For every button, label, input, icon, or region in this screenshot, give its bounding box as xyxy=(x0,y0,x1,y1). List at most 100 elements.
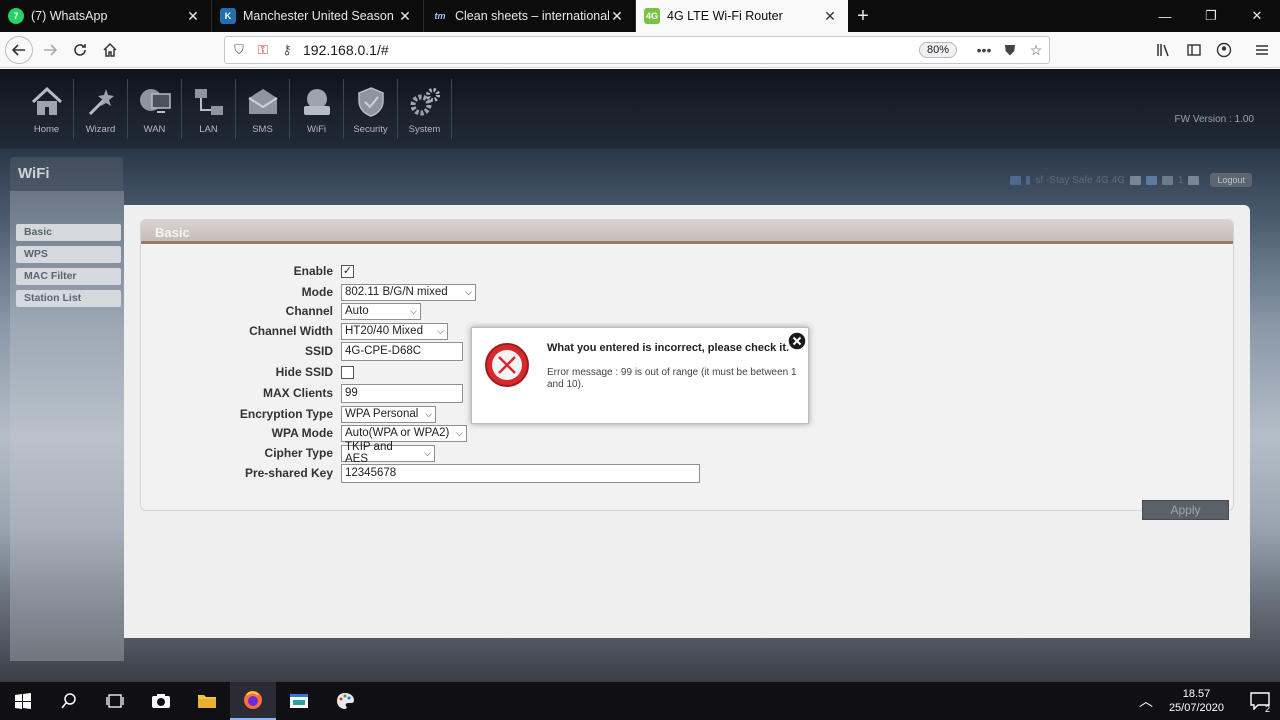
encryption-label: Encryption Type xyxy=(239,407,333,421)
close-icon[interactable]: ✕ xyxy=(185,8,201,24)
wifi-status-icon xyxy=(1145,175,1157,185)
whatsapp-icon: 7 xyxy=(8,8,24,24)
close-icon[interactable] xyxy=(786,330,808,352)
nav-label: WAN xyxy=(143,124,166,135)
wifi-sidebar: Basic WPS MAC Filter Station List xyxy=(10,191,124,661)
nav-wan[interactable]: WAN xyxy=(128,79,182,139)
nav-label: Home xyxy=(33,124,60,135)
apply-button[interactable]: Apply xyxy=(1142,500,1229,520)
sidebar-item-mac-filter[interactable]: MAC Filter xyxy=(16,268,121,285)
hide-ssid-checkbox[interactable] xyxy=(341,365,354,379)
home-icon xyxy=(103,42,117,57)
logout-button[interactable]: Logout xyxy=(1210,173,1252,187)
firefox-icon xyxy=(244,691,262,709)
task-view-button[interactable] xyxy=(92,682,138,720)
error-title: What you entered is incorrect, please ch… xyxy=(547,342,790,354)
nav-wizard[interactable]: Wizard xyxy=(74,79,128,139)
tab-title: Manchester United Season 201 xyxy=(243,9,397,23)
minimize-button[interactable]: — xyxy=(1142,0,1188,32)
nav-sms[interactable]: SMS xyxy=(236,79,290,139)
nav-lan[interactable]: LAN xyxy=(182,79,236,139)
chevron-down-icon: ⌵ xyxy=(425,408,432,419)
forward-button[interactable] xyxy=(36,36,64,64)
close-icon[interactable]: ✕ xyxy=(397,8,413,24)
sidebar-item-basic[interactable]: Basic xyxy=(16,224,121,241)
nav-label: Wizard xyxy=(85,124,116,135)
cipher-select[interactable]: TKIP and AES ⌵ xyxy=(341,441,435,465)
url-text[interactable]: 192.168.0.1/# xyxy=(303,42,919,58)
encryption-select[interactable]: WPA Personal ⌵ xyxy=(341,405,436,423)
tab-title: 4G LTE Wi-Fi Router xyxy=(667,9,783,23)
taskbar-app-window[interactable] xyxy=(276,682,322,720)
home-button[interactable] xyxy=(96,36,124,64)
taskbar-firefox[interactable] xyxy=(230,682,276,720)
page-actions-icon[interactable]: ••• xyxy=(971,42,997,58)
clock[interactable]: 18.57 25/07/2020 xyxy=(1169,687,1224,715)
chevron-down-icon: ⌵ xyxy=(424,447,431,458)
tab-clean-sheets[interactable]: tm Clean sheets – international | T ✕ xyxy=(424,0,636,32)
shield-icon xyxy=(354,86,388,118)
hide-ssid-label: Hide SSID xyxy=(275,365,333,379)
search-button[interactable] xyxy=(46,682,92,720)
paint-palette-icon xyxy=(337,693,354,709)
wand-icon xyxy=(84,86,118,118)
taskbar-file-explorer[interactable] xyxy=(184,682,230,720)
insecure-lock-icon[interactable]: ⚿ xyxy=(253,42,273,58)
browser-tab-bar: 7 (7) WhatsApp ✕ K Manchester United Sea… xyxy=(0,0,1280,32)
zoom-indicator[interactable]: 80% xyxy=(918,42,957,58)
system-tray: ︿ 18.57 25/07/2020 2 xyxy=(1139,682,1280,720)
bookmark-star-icon[interactable]: ☆ xyxy=(1023,42,1049,59)
reload-button[interactable] xyxy=(66,36,94,64)
notification-count: 2 xyxy=(1264,704,1270,714)
taskbar-paint[interactable] xyxy=(322,682,368,720)
sidebar-toggle-icon[interactable] xyxy=(1180,36,1208,64)
tab-title: (7) WhatsApp xyxy=(31,9,108,23)
router-icon xyxy=(300,86,334,118)
close-icon[interactable]: ✕ xyxy=(609,8,625,24)
task-view-icon xyxy=(106,694,124,708)
firmware-version: FW Version : 1.00 xyxy=(1174,114,1254,125)
ssid-input[interactable]: 4G-CPE-D68C xyxy=(341,341,463,361)
pocket-icon[interactable]: ⛊ xyxy=(997,42,1023,59)
library-icon[interactable] xyxy=(1150,36,1178,64)
tab-manchester-united[interactable]: K Manchester United Season 201 ✕ xyxy=(212,0,424,32)
close-window-button[interactable]: ✕ xyxy=(1234,0,1280,32)
nav-system[interactable]: System xyxy=(398,79,452,139)
start-button[interactable] xyxy=(0,682,46,720)
action-center-button[interactable]: 2 xyxy=(1240,682,1280,720)
menu-icon[interactable] xyxy=(1248,36,1276,64)
back-button[interactable] xyxy=(5,36,33,64)
mode-value: 802.11 B/G/N mixed xyxy=(345,286,448,298)
wpa-mode-select[interactable]: Auto(WPA or WPA2) ⌵ xyxy=(341,424,467,442)
close-icon[interactable]: ✕ xyxy=(822,8,838,24)
nav-home[interactable]: Home xyxy=(20,79,74,139)
channel-select[interactable]: Auto ⌵ xyxy=(341,302,421,320)
shield-icon[interactable]: ⛉ xyxy=(229,42,249,58)
search-icon xyxy=(61,693,76,709)
max-clients-input[interactable]: 99 xyxy=(341,383,463,403)
new-tab-button[interactable]: + xyxy=(848,0,878,32)
nav-security[interactable]: Security xyxy=(344,79,398,139)
url-bar[interactable]: ⛉ ⚿ ⚷ 192.168.0.1/# 80% ••• ⛊ ☆ xyxy=(224,36,1050,64)
mode-select[interactable]: 802.11 B/G/N mixed ⌵ xyxy=(341,283,476,301)
restore-button[interactable]: ❐ xyxy=(1188,0,1234,32)
psk-input[interactable]: 12345678 xyxy=(341,463,700,483)
sidebar-item-station-list[interactable]: Station List xyxy=(16,290,121,307)
status-bar: sf -Stay Safe 4G 4G 1 Logout xyxy=(1010,173,1252,187)
chevron-up-icon[interactable]: ︿ xyxy=(1139,691,1153,711)
wpa-mode-value: Auto(WPA or WPA2) xyxy=(345,427,450,439)
enable-label: Enable xyxy=(293,264,333,278)
router-4g-icon: 4G xyxy=(644,8,660,24)
tab-router[interactable]: 4G 4G LTE Wi-Fi Router ✕ xyxy=(636,0,848,32)
nav-label: System xyxy=(408,124,441,135)
channel-width-select[interactable]: HT20/40 Mixed ⌵ xyxy=(341,322,448,340)
clock-time: 18.57 xyxy=(1182,688,1211,700)
tab-whatsapp[interactable]: 7 (7) WhatsApp ✕ xyxy=(0,0,212,32)
taskbar-camera[interactable] xyxy=(138,682,184,720)
enable-checkbox[interactable]: ✓ xyxy=(341,264,354,278)
account-icon[interactable] xyxy=(1210,36,1238,64)
nav-wifi[interactable]: WiFi xyxy=(290,79,344,139)
key-icon[interactable]: ⚷ xyxy=(277,42,297,58)
sidebar-item-wps[interactable]: WPS xyxy=(16,246,121,263)
psk-label: Pre-shared Key xyxy=(244,466,333,480)
